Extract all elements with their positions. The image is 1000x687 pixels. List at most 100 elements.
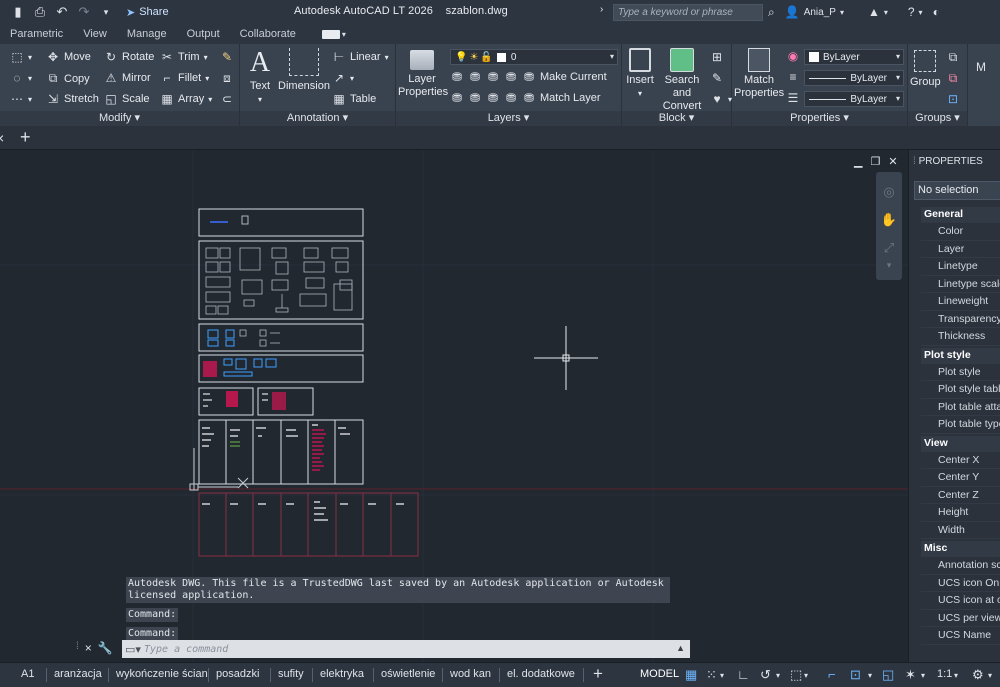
layer-dropdown[interactable]: 💡 ☀ 🔓 0 ▾ [450, 49, 618, 65]
panel-groups-label[interactable]: Groups ▾ [908, 111, 967, 126]
property-row[interactable]: UCS icon at origin [921, 592, 1000, 610]
polar-dropdown-icon[interactable]: ▾ [776, 671, 780, 680]
snap-dropdown-icon[interactable]: ▾ [720, 671, 724, 680]
new-layout-icon[interactable]: + [593, 664, 603, 684]
layout-tab-posadzki[interactable]: posadzki [216, 668, 259, 680]
object-snap-icon[interactable]: ⌐ [828, 667, 836, 682]
close-icon[interactable]: × [85, 641, 92, 655]
selection-cycling-icon[interactable]: ◱ [882, 667, 894, 683]
osnap-dropdown-icon[interactable]: ▾ [868, 671, 872, 680]
property-row[interactable]: Transparency [921, 310, 1000, 328]
isodraft-icon[interactable]: ⬚ [790, 667, 802, 683]
ribbon-minimize-caret-icon[interactable]: ▾ [342, 30, 346, 39]
offset-button[interactable]: ⊂ [220, 92, 234, 106]
cart-icon[interactable]: ▲ [868, 5, 880, 19]
trim-button[interactable]: ✂ Trim ▾ [160, 50, 208, 64]
property-row[interactable]: Lineweight [921, 293, 1000, 311]
autodesk-assistant-icon[interactable]: ◐ [933, 5, 940, 19]
mirror-button[interactable]: ⚠ Mirror [104, 71, 151, 85]
group-select-icon[interactable]: ⊡ [946, 92, 960, 106]
snap-icon[interactable]: ⁙ [706, 667, 717, 683]
explode-button[interactable]: ⧈ [220, 71, 234, 86]
property-row[interactable]: Plot style table [921, 381, 1000, 399]
property-section-header[interactable]: Plot style [921, 347, 1000, 364]
property-row[interactable]: Color [921, 223, 1000, 241]
property-row[interactable]: Layer [921, 240, 1000, 258]
dynamic-input-icon[interactable]: ⊡ [850, 667, 861, 683]
customize-wrench-icon[interactable]: 🔧 [98, 641, 113, 655]
layout-tab-oswietlenie[interactable]: oświetlenie [381, 668, 435, 680]
print-icon[interactable]: ⎙ [32, 4, 48, 20]
color-dropdown[interactable]: ByLayer ▾ [804, 49, 904, 65]
zoom-icon[interactable]: ⤢ [876, 240, 902, 256]
annotation-visibility-icon[interactable]: ✶ [905, 667, 916, 683]
qat-dropdown-icon[interactable]: ▾ [98, 7, 114, 18]
layout-tab-a1[interactable]: A1 [21, 668, 34, 680]
polar-icon[interactable]: ↺ [760, 667, 771, 683]
dimension-button[interactable]: Dimension [278, 48, 330, 93]
property-row[interactable]: Plot style [921, 363, 1000, 381]
chevron-up-icon[interactable]: ▲ [676, 643, 685, 653]
make-current-button[interactable]: Make Current [540, 71, 607, 83]
color-wheel-icon[interactable]: ◉ [786, 49, 800, 63]
leader-button[interactable]: ↗ ▾ [332, 71, 354, 85]
block-attribute-icon[interactable]: ♥ ▾ [710, 92, 732, 106]
layer-lock-tool-icon[interactable]: ⛃ [504, 70, 518, 84]
share-button[interactable]: ➤ Share [126, 6, 169, 19]
layer-unisolate-icon[interactable]: ⛃ [450, 91, 464, 105]
property-row[interactable]: Annotation scale [921, 557, 1000, 575]
select-rect-icon[interactable]: ⬚ ▾ [10, 50, 32, 64]
linetype-dropdown[interactable]: ByLayer ▾ [804, 70, 904, 86]
new-tab-icon[interactable]: + [20, 127, 31, 148]
selection-dropdown[interactable]: No selection [914, 181, 1000, 200]
tab-parametric[interactable]: Parametric [0, 28, 73, 40]
edit-block-icon[interactable]: ✎ [710, 71, 724, 85]
property-row[interactable]: Plot table type [921, 416, 1000, 434]
rotate-button[interactable]: ↻ Rotate [104, 50, 154, 64]
group-edit-icon[interactable]: ⧉ [946, 71, 960, 86]
layer-isolate-icon[interactable]: ⛃ [450, 70, 464, 84]
property-row[interactable]: Width [921, 521, 1000, 539]
save-icon[interactable]: ▮ [10, 4, 26, 20]
layout-tab-wod-kan[interactable]: wod kan [450, 668, 491, 680]
steering-wheel-icon[interactable]: ◎ [876, 184, 902, 200]
minimize-viewport-icon[interactable]: ▁ [854, 155, 862, 168]
move-button[interactable]: ✥ Move [46, 50, 91, 64]
close-viewport-icon[interactable]: ✕ [888, 155, 897, 168]
select-circle-icon[interactable]: ◌ ▾ [10, 71, 32, 85]
search-and-convert-button[interactable]: Search and Convert [656, 48, 708, 113]
grip-icon[interactable]: ⁞ [76, 641, 79, 655]
scale-dropdown-icon[interactable]: ▾ [954, 671, 958, 680]
ungroup-icon[interactable]: ⧉ [946, 50, 960, 65]
redo-icon[interactable]: ↷ [76, 4, 92, 20]
panel-block-label[interactable]: Block ▾ [622, 111, 731, 126]
property-row[interactable]: UCS per viewport [921, 609, 1000, 627]
restore-viewport-icon[interactable]: ❐ [870, 155, 880, 168]
property-section-header[interactable]: View [921, 435, 1000, 452]
annotation-visibility-dropdown-icon[interactable]: ▾ [921, 671, 925, 680]
settings-gear-icon[interactable]: ⚙ [972, 667, 984, 683]
ortho-icon[interactable]: ∟ [737, 667, 750, 682]
tab-view[interactable]: View [73, 28, 117, 40]
layout-tab-wykonczenie-scian[interactable]: wykończenie ścian [116, 668, 208, 680]
search-icon[interactable]: ⌕ [768, 5, 775, 20]
property-row[interactable]: Linetype scale [921, 275, 1000, 293]
pan-hand-icon[interactable]: ✋ [876, 212, 902, 228]
isodraft-dropdown-icon[interactable]: ▾ [804, 671, 808, 680]
property-section-header[interactable]: Misc [921, 541, 1000, 557]
layer-on-icon[interactable]: ⛃ [468, 91, 482, 105]
property-row[interactable]: UCS Name [921, 627, 1000, 645]
property-row[interactable]: Thickness [921, 328, 1000, 346]
panel-layers-label[interactable]: Layers ▾ [396, 111, 621, 126]
property-section-header[interactable]: General [921, 207, 1000, 223]
panel-annotation-label[interactable]: Annotation ▾ [240, 111, 395, 126]
scale-button[interactable]: ◱ Scale [104, 92, 149, 106]
layer-thaw-icon[interactable]: ⛃ [486, 91, 500, 105]
app-dropdown-icon[interactable]: ▾ [884, 8, 888, 17]
command-input[interactable]: ▭▾ Type a command ▲ [122, 640, 690, 658]
palette-grip-icon[interactable]: ⁞ [913, 156, 916, 167]
measure-icon[interactable]: M [974, 60, 988, 74]
linear-dim-button[interactable]: ⊢ Linear ▾ [332, 50, 389, 64]
insert-button[interactable]: Insert ▾ [624, 48, 656, 100]
group-button[interactable]: Group [910, 50, 941, 89]
